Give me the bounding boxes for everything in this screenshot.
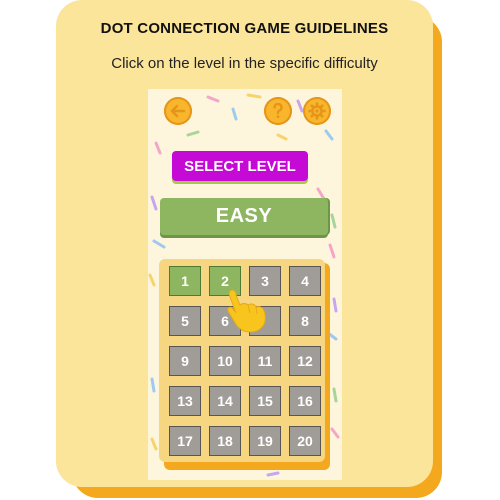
level-button[interactable]: 1: [169, 266, 201, 296]
level-button[interactable]: 18: [209, 426, 241, 456]
level-button[interactable]: 13: [169, 386, 201, 416]
settings-button[interactable]: [303, 97, 331, 125]
level-button[interactable]: 11: [249, 346, 281, 376]
level-button[interactable]: 14: [209, 386, 241, 416]
level-button[interactable]: 10: [209, 346, 241, 376]
guideline-title: DOT CONNECTION GAME GUIDELINES: [100, 20, 389, 37]
pointing-hand-icon: [224, 289, 276, 340]
level-button[interactable]: 12: [289, 346, 321, 376]
guideline-instruction: Click on the level in the specific diffi…: [111, 55, 378, 72]
level-button[interactable]: 9: [169, 346, 201, 376]
level-button[interactable]: 20: [289, 426, 321, 456]
question-mark-icon: [272, 103, 284, 119]
game-screen: SELECT LEVEL EASY 1 2 3 4 5 6 8 9 10 11 12 13 14 15 16…: [148, 89, 342, 480]
select-level-banner: SELECT LEVEL: [172, 151, 308, 181]
level-button[interactable]: 16: [289, 386, 321, 416]
gear-icon: [308, 102, 326, 120]
level-button[interactable]: 19: [249, 426, 281, 456]
level-button[interactable]: 17: [169, 426, 201, 456]
level-button[interactable]: 15: [249, 386, 281, 416]
level-button[interactable]: 5: [169, 306, 201, 336]
level-button[interactable]: 8: [289, 306, 321, 336]
arrow-left-icon: [170, 104, 186, 118]
level-button[interactable]: 4: [289, 266, 321, 296]
difficulty-easy-button[interactable]: EASY: [160, 198, 328, 235]
back-button[interactable]: [164, 97, 192, 125]
help-button[interactable]: [264, 97, 292, 125]
